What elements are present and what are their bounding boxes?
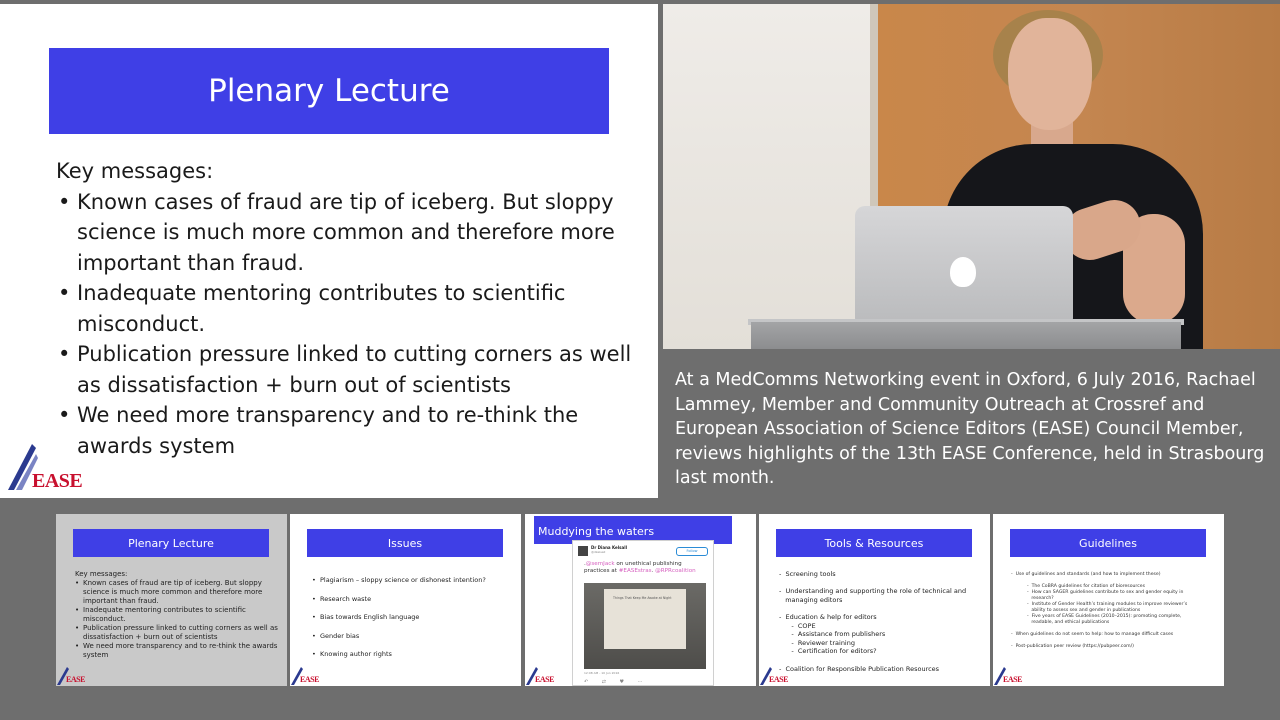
tweet-mention: @semJack <box>585 561 615 567</box>
avatar <box>578 546 588 556</box>
tweet-author-handle: @dkelsall <box>591 550 606 554</box>
bullet-3: Publication pressure linked to cutting c… <box>56 339 636 400</box>
list-line: - Coalition for Responsible Publication … <box>779 664 940 673</box>
main-slide: Plenary Lecture Key messages: Known case… <box>0 4 658 498</box>
thumbnail-plenary-lecture[interactable]: Plenary Lecture Key messages: Known case… <box>56 514 287 686</box>
ease-logo-text: EASE <box>1003 675 1022 684</box>
bullet-2: Inadequate mentoring contributes to scie… <box>75 606 281 624</box>
list-item: • Knowing author rights <box>312 650 392 658</box>
list-item: • Gender bias <box>312 631 360 640</box>
ease-logo: EASE <box>8 444 88 492</box>
bullet-1: Known cases of fraud are tip of iceberg.… <box>56 187 636 279</box>
list-line <box>779 579 979 588</box>
thumbnail-muddying-the-waters[interactable]: Muddying the waters Dr Diana Kelsall @dk… <box>525 514 756 686</box>
speaker-video[interactable] <box>663 4 1280 349</box>
list-line: - Understanding and supporting the role … <box>779 587 967 596</box>
thumbnail-title: Plenary Lecture <box>73 529 269 557</box>
thumbnail-issues[interactable]: Issues • Plagiarism – sloppy science or … <box>290 514 521 686</box>
thumbnail-title: Issues <box>307 529 503 557</box>
list-line: - Post-publication peer review (https://… <box>1011 644 1134 649</box>
key-messages-label: Key messages: <box>75 570 128 578</box>
ease-logo-text: EASE <box>769 675 788 684</box>
list-line: managing editors <box>779 595 843 604</box>
ease-logo: EASE <box>994 667 1034 685</box>
ease-logo: EASE <box>291 667 331 685</box>
list-line: - Certification for editors? <box>779 647 877 656</box>
thumbnail-body: - Screening tools - Understanding and su… <box>779 570 979 673</box>
video-wall <box>663 4 873 349</box>
key-messages-label: Key messages: <box>56 159 214 183</box>
ease-logo-text: EASE <box>535 675 554 684</box>
thumbnail-title: Guidelines <box>1010 529 1206 557</box>
thumbnail-tools-resources[interactable]: Tools & Resources - Screening tools - Un… <box>759 514 990 686</box>
follow-button: Follow <box>676 547 708 556</box>
speaker-face <box>1008 18 1092 130</box>
thumbnail-body: - Use of guidelines and standards (and h… <box>1011 572 1211 650</box>
ease-logo: EASE <box>760 667 800 685</box>
tweet-timestamp: 12:08 AM - 10 Jun 2016 <box>584 671 620 675</box>
list-line: - Reviewer training <box>779 638 855 647</box>
list-line <box>779 656 979 665</box>
bullet-3: Publication pressure linked to cutting c… <box>75 624 281 642</box>
ease-logo-text: EASE <box>300 675 319 684</box>
thumbnail-guidelines[interactable]: Guidelines - Use of guidelines and stand… <box>993 514 1224 686</box>
bullet-2: Inadequate mentoring contributes to scie… <box>56 278 636 339</box>
tweet-card: Dr Diana Kelsall @dkelsall Follow .@semJ… <box>572 540 714 686</box>
list-line: - Screening tools <box>779 570 836 578</box>
thumbnail-body: • Plagiarism – sloppy science or dishone… <box>312 576 512 669</box>
thumbnail-title: Tools & Resources <box>776 529 972 557</box>
list-line: - Assistance from publishers <box>779 630 886 639</box>
slide-body: Key messages: Known cases of fraud are t… <box>56 156 636 461</box>
tweet-mention: @RPRcoalition <box>655 568 696 574</box>
podium <box>751 322 1181 349</box>
list-item: • Bias towards English language <box>312 613 420 621</box>
event-caption: At a MedComms Networking event in Oxford… <box>675 370 1265 488</box>
tweet-text: .@semJack on unethical publishing practi… <box>584 561 696 574</box>
slide-title: Plenary Lecture <box>49 48 609 134</box>
list-line: - Education & help for editors <box>779 612 877 621</box>
list-line <box>779 604 979 613</box>
bullet-1: Known cases of fraud are tip of iceberg.… <box>75 579 281 606</box>
list-item: • Plagiarism – sloppy science or dishone… <box>312 576 486 584</box>
ease-logo: EASE <box>526 667 566 685</box>
bullet-4: We need more transparency and to re-thin… <box>75 642 281 660</box>
ease-logo-text: EASE <box>32 470 83 492</box>
projected-slide-title: Things That Keep Me Awake at Night <box>613 596 672 600</box>
thumbnail-body: Key messages: Known cases of fraud are t… <box>75 570 281 660</box>
tweet-hashtag: #EASEstras <box>618 568 652 574</box>
bullet-4: We need more transparency and to re-thin… <box>56 400 636 461</box>
list-item: • Research waste <box>312 594 372 603</box>
list-line: - COPE <box>779 621 816 630</box>
tweet-actions: ↶ ⇄ ♥ ⋯ <box>584 679 643 685</box>
ease-logo-text: EASE <box>66 675 85 684</box>
apple-logo-icon <box>950 257 976 287</box>
ease-logo: EASE <box>57 667 97 685</box>
